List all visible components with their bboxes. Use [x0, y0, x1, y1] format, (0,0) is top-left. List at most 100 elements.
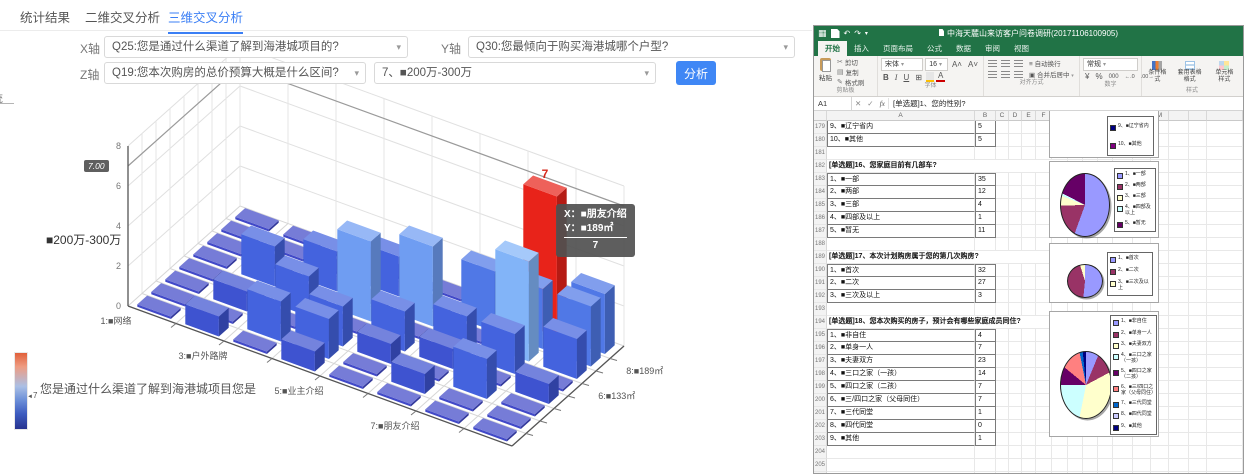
ribbon-tab-data[interactable]: 数据: [949, 41, 978, 56]
format-painter-button[interactable]: ✎格式刷: [837, 77, 864, 87]
sheet-row[interactable]: 1864、■四部及以上1: [814, 212, 1243, 225]
increase-decimal-icon[interactable]: ←.0: [1123, 74, 1137, 80]
copy-button[interactable]: ▤复制: [837, 67, 864, 77]
sheet-row[interactable]: 204: [814, 446, 1243, 459]
sheet-row[interactable]: 1962、■单身一人7: [814, 342, 1243, 355]
x-axis-select[interactable]: Q25:您是通过什么渠道了解到海港城项目的? ▾: [104, 36, 408, 58]
z-option-select[interactable]: 7、■200万-300万 ▾: [374, 62, 656, 84]
chart-frame[interactable]: 1、■非自住2、■单身一人3、■夫妻双方4、■三口之家（一孩）5、■四口之家（二…: [1049, 311, 1159, 437]
merge-center-button[interactable]: ▣ 合并后居中 ▾: [1029, 69, 1074, 79]
bold-button[interactable]: B: [881, 73, 891, 82]
italic-button[interactable]: I: [893, 73, 900, 82]
pie-chart[interactable]: [1060, 173, 1110, 237]
align-top-icon[interactable]: [988, 60, 997, 67]
sheet-row[interactable]: 193: [814, 303, 1243, 316]
chart-frame[interactable]: 9、■辽宁省内10、■其他: [1049, 111, 1159, 158]
redo-icon[interactable]: ↷: [854, 29, 861, 38]
sheet-row[interactable]: 2039、■其他1: [814, 433, 1243, 446]
currency-format-icon[interactable]: ¥: [1083, 72, 1091, 81]
sheet-row[interactable]: 1923、■三次及以上3: [814, 290, 1243, 303]
name-box[interactable]: A1: [814, 97, 852, 110]
pie-chart[interactable]: [1060, 351, 1112, 419]
sheet-row[interactable]: 1912、■二次27: [814, 277, 1243, 290]
sheet-row[interactable]: 1995、■四口之家（二孩）7: [814, 381, 1243, 394]
ribbon-tab-home[interactable]: 开始: [818, 41, 847, 56]
chart-tooltip: X：■朋友介绍 Y：■189㎡ 7: [556, 204, 635, 257]
conditional-formatting-button[interactable]: 条件格式: [1145, 61, 1170, 83]
sheet-row[interactable]: 1842、■两部12: [814, 186, 1243, 199]
font-color-icon[interactable]: A: [936, 72, 945, 82]
sheet-row[interactable]: 2006、■三/四口之家（父母同住）7: [814, 394, 1243, 407]
save-icon[interactable]: [831, 29, 840, 38]
align-right-icon[interactable]: [1014, 71, 1023, 78]
quick-access-caret-icon[interactable]: ▾: [865, 30, 868, 37]
underline-button[interactable]: U: [901, 73, 911, 82]
tab-2d-cross-analysis[interactable]: 二维交叉分析: [85, 7, 160, 26]
ribbon-tab-review[interactable]: 审阅: [978, 41, 1007, 56]
ribbon-tab-page-layout[interactable]: 页面布局: [876, 41, 920, 56]
sheet-row[interactable]: 188: [814, 238, 1243, 251]
sheet-row[interactable]: 182[单选题]16、您家庭目前有几部车?: [814, 160, 1243, 173]
column-header[interactable]: [1207, 111, 1243, 121]
align-bottom-icon[interactable]: [1014, 60, 1023, 67]
column-header[interactable]: [1169, 111, 1189, 121]
sheet-row[interactable]: 2017、■三代同堂1: [814, 407, 1243, 420]
value-cell: 7: [975, 342, 996, 355]
column-header[interactable]: C: [996, 111, 1009, 121]
decrease-font-icon[interactable]: A˅: [966, 60, 980, 69]
sheet-row[interactable]: 1831、■一部35: [814, 173, 1243, 186]
sheet-row[interactable]: 18010、■其他5: [814, 134, 1243, 147]
sheet-row[interactable]: 205: [814, 459, 1243, 472]
sheet-row[interactable]: 194[单选题]18、您本次购买的房子，预计会有哪些家庭成员同住?: [814, 316, 1243, 329]
sheet-row[interactable]: 189[单选题]17、本次计划购房属于您的第几次购房?: [814, 251, 1243, 264]
sheet-row[interactable]: 1853、■三部4: [814, 199, 1243, 212]
ribbon-tab-formulas[interactable]: 公式: [920, 41, 949, 56]
column-header[interactable]: A: [827, 111, 975, 121]
sheet-row[interactable]: 2028、■四代同堂0: [814, 420, 1243, 433]
format-as-table-button[interactable]: 套用表格格式: [1173, 61, 1207, 83]
align-left-icon[interactable]: [988, 71, 997, 78]
column-header[interactable]: E: [1022, 111, 1036, 121]
cancel-icon[interactable]: ✕: [852, 99, 864, 108]
cell-styles-button[interactable]: 单元格样式: [1210, 61, 1239, 83]
formula-input[interactable]: [单选题]1、您的性别?: [888, 98, 1243, 109]
ribbon-tab-insert[interactable]: 插入: [847, 41, 876, 56]
sheet-area[interactable]: ABCDEFGHIJKLM 1799、■辽宁省内518010、■其他518118…: [814, 111, 1243, 474]
borders-icon[interactable]: ⊞: [913, 73, 924, 82]
chart-frame[interactable]: 1、■首次2、■二次3、■三次及以上: [1049, 243, 1159, 303]
percent-format-icon[interactable]: %: [1093, 72, 1104, 81]
increase-font-icon[interactable]: A˄: [950, 60, 964, 69]
font-name-select[interactable]: 宋体 ▾: [881, 58, 923, 71]
select-all-corner[interactable]: [814, 111, 827, 121]
fill-color-icon[interactable]: [926, 72, 934, 82]
align-center-icon[interactable]: [1001, 71, 1010, 78]
tab-statistics[interactable]: 统计结果: [20, 7, 70, 26]
paste-button[interactable]: 粘贴: [817, 57, 834, 87]
z-axis-select[interactable]: Q19:您本次购房的总价预算大概是什么区间? ▾: [104, 62, 366, 84]
ribbon-tab-view[interactable]: 视图: [1007, 41, 1036, 56]
chart-frame[interactable]: 1、■一部2、■两部3、■三部4、■四部及以上5、■暂无: [1049, 161, 1159, 238]
tab-3d-cross-analysis[interactable]: 三维交叉分析: [168, 7, 243, 34]
sheet-row[interactable]: 1951、■非自住4: [814, 329, 1243, 342]
undo-icon[interactable]: ↶: [844, 29, 851, 38]
cut-button[interactable]: ✂剪切: [837, 57, 864, 67]
column-header[interactable]: B: [975, 111, 996, 121]
pie-chart[interactable]: [1067, 264, 1103, 298]
sheet-row[interactable]: 181: [814, 147, 1243, 160]
sheet-row[interactable]: 1875、■暂无11: [814, 225, 1243, 238]
y-axis-select[interactable]: Q30:您最倾向于购买海港城哪个户型? ▾: [468, 36, 795, 58]
font-size-select[interactable]: 16 ▾: [925, 58, 948, 71]
analyze-button[interactable]: 分析: [676, 61, 716, 85]
column-header[interactable]: [1189, 111, 1207, 121]
enter-icon[interactable]: ✓: [864, 99, 876, 108]
sheet-row[interactable]: 1984、■三口之家（一孩）14: [814, 368, 1243, 381]
fx-icon[interactable]: fx: [877, 99, 888, 108]
sheet-row[interactable]: 1973、■夫妻双方23: [814, 355, 1243, 368]
align-middle-icon[interactable]: [1001, 60, 1010, 67]
sheet-row[interactable]: 1901、■首次32: [814, 264, 1243, 277]
column-header[interactable]: D: [1009, 111, 1022, 121]
number-format-select[interactable]: 常规 ▾: [1083, 58, 1138, 71]
comma-format-icon[interactable]: 000: [1107, 74, 1121, 80]
wrap-text-button[interactable]: ≡ 自动换行: [1029, 58, 1061, 68]
sheet-row[interactable]: 1799、■辽宁省内5: [814, 121, 1243, 134]
